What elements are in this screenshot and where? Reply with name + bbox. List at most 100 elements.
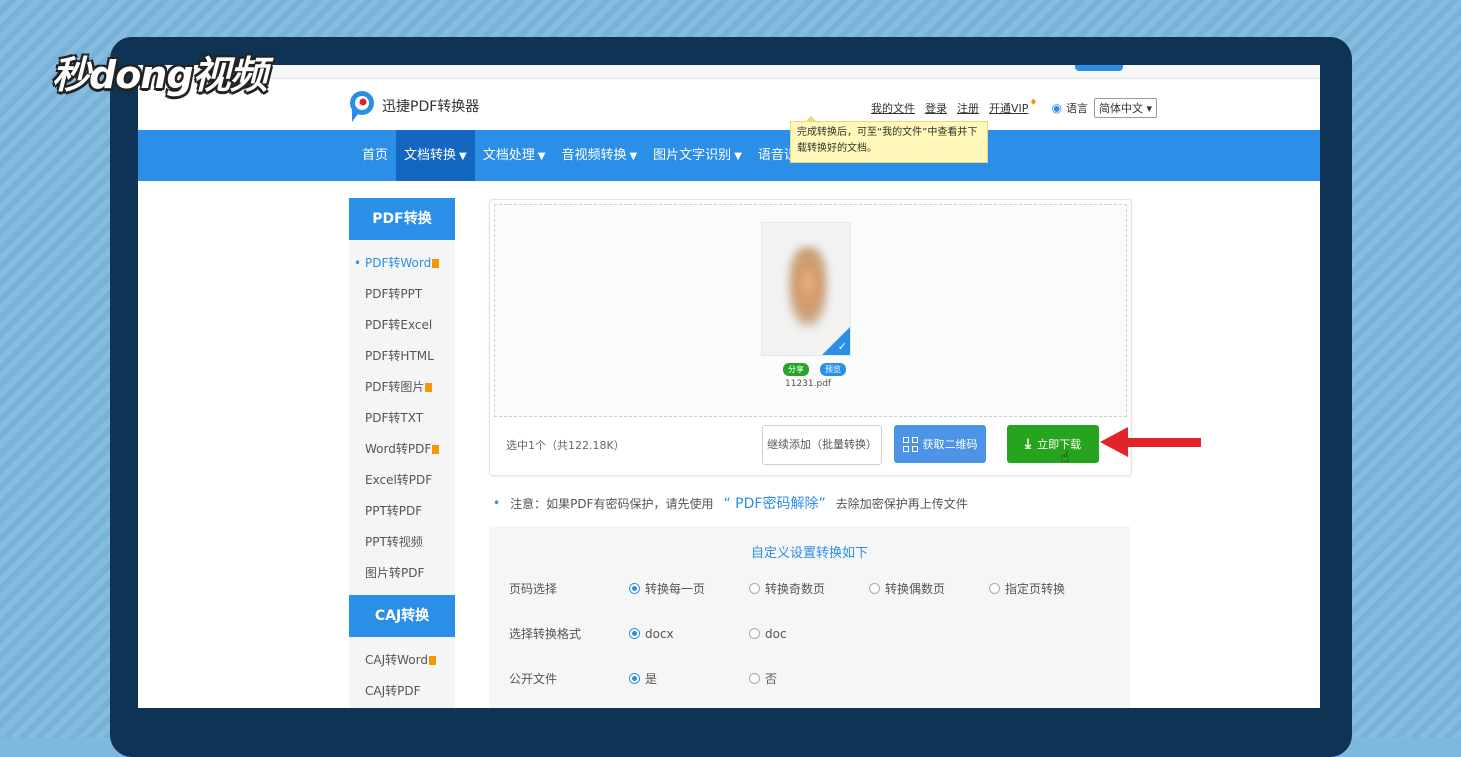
page-selection-row: 页码选择 转换每一页 转换奇数页 转换偶数页 指定页转换: [509, 580, 1109, 597]
my-files-link[interactable]: 我的文件: [871, 100, 915, 116]
hand-cursor-icon: ☝: [1060, 447, 1070, 466]
radio-unchecked-icon: [749, 673, 760, 684]
new-badge-icon: [432, 259, 440, 268]
chevron-down-icon: ▾: [1146, 102, 1152, 115]
format-label: 选择转换格式: [509, 627, 582, 641]
check-icon: ✓: [837, 340, 847, 353]
sidebar-item-pdf-ppt[interactable]: PDF转PPT: [349, 279, 455, 310]
caret-down-icon: ▼: [537, 151, 546, 162]
nav-ocr[interactable]: 图片文字识别 ▼: [645, 130, 750, 181]
nav-home[interactable]: 首页: [354, 130, 396, 181]
preview-button[interactable]: 预览: [820, 363, 846, 376]
nav-doc-process-label: 文档处理: [482, 148, 535, 163]
sidebar-header-pdf: PDF转换: [349, 198, 455, 240]
radio-unchecked-icon: [869, 583, 880, 594]
site-logo[interactable]: 迅捷PDF转换器: [348, 89, 479, 123]
header-links: 我的文件 登录 注册 开通VIP ♦ ◉ 语言 简体中文 ▾: [871, 98, 1157, 118]
sidebar-item-ppt-video[interactable]: PPT转视频: [349, 527, 455, 558]
file-name: 11231.pdf: [785, 379, 832, 389]
sidebar-item-pdf-excel[interactable]: PDF转Excel: [349, 310, 455, 341]
vip-crown-icon: ♦: [1029, 98, 1038, 108]
sidebar-item-image-pdf[interactable]: 图片转PDF: [349, 558, 455, 589]
radio-public-yes[interactable]: 是: [629, 670, 749, 687]
convert-settings: 自定义设置转换如下 页码选择 转换每一页 转换奇数页 转换偶数页 指定页转换 选…: [489, 526, 1130, 708]
sidebar-item-ppt-pdf[interactable]: PPT转PDF: [349, 496, 455, 527]
sidebar-header-caj: CAJ转换: [349, 595, 455, 637]
sidebar-item-excel-pdf[interactable]: Excel转PDF: [349, 465, 455, 496]
upload-panel: ✓ 分享 预览 11231.pdf 选中1个（共122.18K） 继续添加（批量…: [489, 199, 1132, 476]
top-blue-tab: [1075, 65, 1123, 71]
qr-code-icon: [902, 436, 918, 452]
file-thumbnail[interactable]: ✓: [761, 222, 851, 356]
new-badge-icon: [425, 383, 433, 392]
thumbnail-image: [788, 247, 828, 327]
language-label: 语言: [1065, 102, 1088, 115]
radio-unchecked-icon: [989, 583, 1000, 594]
nav-av-convert-label: 音视频转换: [561, 148, 627, 163]
file-drop-area[interactable]: ✓ 分享 预览 11231.pdf: [494, 204, 1127, 417]
download-button[interactable]: ⤓ 立即下载: [1007, 425, 1099, 463]
radio-checked-icon: [629, 628, 640, 639]
sidebar: PDF转换 PDF转Word PDF转PPT PDF转Excel PDF转HTM…: [349, 198, 455, 708]
sidebar-list-caj: CAJ转Word CAJ转PDF: [349, 637, 455, 708]
radio-every-page[interactable]: 转换每一页: [629, 580, 749, 597]
nav-home-label: 首页: [362, 148, 389, 163]
radio-docx[interactable]: docx: [629, 627, 749, 641]
language-select[interactable]: 简体中文 ▾: [1093, 98, 1157, 118]
logo-icon: [350, 91, 374, 122]
settings-title: 自定义设置转换如下: [750, 546, 868, 561]
vip-link[interactable]: 开通VIP: [989, 100, 1028, 116]
public-file-label: 公开文件: [509, 672, 558, 686]
sidebar-item-pdf-txt[interactable]: PDF转TXT: [349, 403, 455, 434]
sidebar-item-caj-word[interactable]: CAJ转Word: [349, 645, 455, 676]
nav-doc-convert[interactable]: 文档转换 ▼: [396, 130, 475, 181]
nav-doc-convert-label: 文档转换: [404, 148, 457, 163]
nav-ocr-label: 图片文字识别: [653, 148, 732, 163]
pdf-unlock-link[interactable]: “ PDF密码解除”: [723, 493, 825, 513]
page-selection-label: 页码选择: [509, 582, 558, 596]
radio-checked-icon: [629, 673, 640, 684]
sidebar-item-pdf-image[interactable]: PDF转图片: [349, 372, 455, 403]
main-nav: 首页 文档转换▼ 文档处理▼ 音视频转换▼ 图片文字识别▼ 语音识别▼: [138, 130, 1320, 181]
nav-av-convert[interactable]: 音视频转换 ▼: [553, 130, 645, 181]
register-link[interactable]: 注册: [957, 100, 979, 116]
watermark-logo: 秒dong视频: [52, 53, 268, 97]
radio-checked-icon: [629, 583, 640, 594]
download-tooltip: 完成转换后，可至“我的文件”中查看并下载转换好的文档。: [790, 116, 988, 163]
radio-unchecked-icon: [749, 628, 760, 639]
top-strip: [138, 65, 1320, 79]
new-badge-icon: [432, 445, 440, 454]
sidebar-list-pdf: PDF转Word PDF转PPT PDF转Excel PDF转HTML PDF转…: [349, 240, 455, 595]
browser-screen: 迅捷PDF转换器 我的文件 登录 注册 开通VIP ♦ ◉ 语言 简体中文 ▾ …: [138, 65, 1320, 708]
radio-doc[interactable]: doc: [749, 627, 869, 641]
caret-down-icon: ▼: [459, 151, 467, 162]
bullet-icon: •: [493, 496, 501, 510]
notice-prefix: 注意：如果PDF有密码保护，请先使用: [510, 496, 714, 511]
language-value: 简体中文: [1098, 102, 1143, 115]
share-button[interactable]: 分享: [783, 363, 809, 376]
qr-button-label: 获取二维码: [922, 438, 978, 451]
sidebar-item-word-pdf[interactable]: Word转PDF: [349, 434, 455, 465]
format-row: 选择转换格式 docx doc: [509, 625, 869, 642]
radio-unchecked-icon: [749, 583, 760, 594]
login-link[interactable]: 登录: [925, 100, 947, 116]
sidebar-item-pdf-word[interactable]: PDF转Word: [349, 248, 455, 279]
nav-doc-process[interactable]: 文档处理 ▼: [475, 130, 554, 181]
logo-text: 迅捷PDF转换器: [382, 99, 480, 115]
caret-down-icon: ▼: [734, 151, 742, 162]
new-badge-icon: [428, 656, 436, 665]
radio-even-pages[interactable]: 转换偶数页: [869, 580, 989, 597]
qr-code-button[interactable]: 获取二维码: [894, 425, 986, 463]
red-arrow-icon: [1100, 427, 1201, 457]
sidebar-item-pdf-html[interactable]: PDF转HTML: [349, 341, 455, 372]
radio-public-no[interactable]: 否: [749, 670, 869, 687]
public-file-row: 公开文件 是 否: [509, 670, 869, 687]
radio-specific-pages[interactable]: 指定页转换: [989, 580, 1109, 597]
password-notice: • 注意：如果PDF有密码保护，请先使用 “ PDF密码解除” 去除加密保护再上…: [493, 493, 968, 513]
sidebar-item-caj-pdf[interactable]: CAJ转PDF: [349, 676, 455, 707]
radio-odd-pages[interactable]: 转换奇数页: [749, 580, 869, 597]
notice-suffix: 去除加密保护再上传文件: [835, 496, 968, 511]
download-icon: ⤓: [1024, 436, 1032, 452]
selection-info: 选中1个（共122.18K）: [506, 439, 625, 452]
add-more-button[interactable]: 继续添加（批量转换）: [762, 425, 882, 465]
